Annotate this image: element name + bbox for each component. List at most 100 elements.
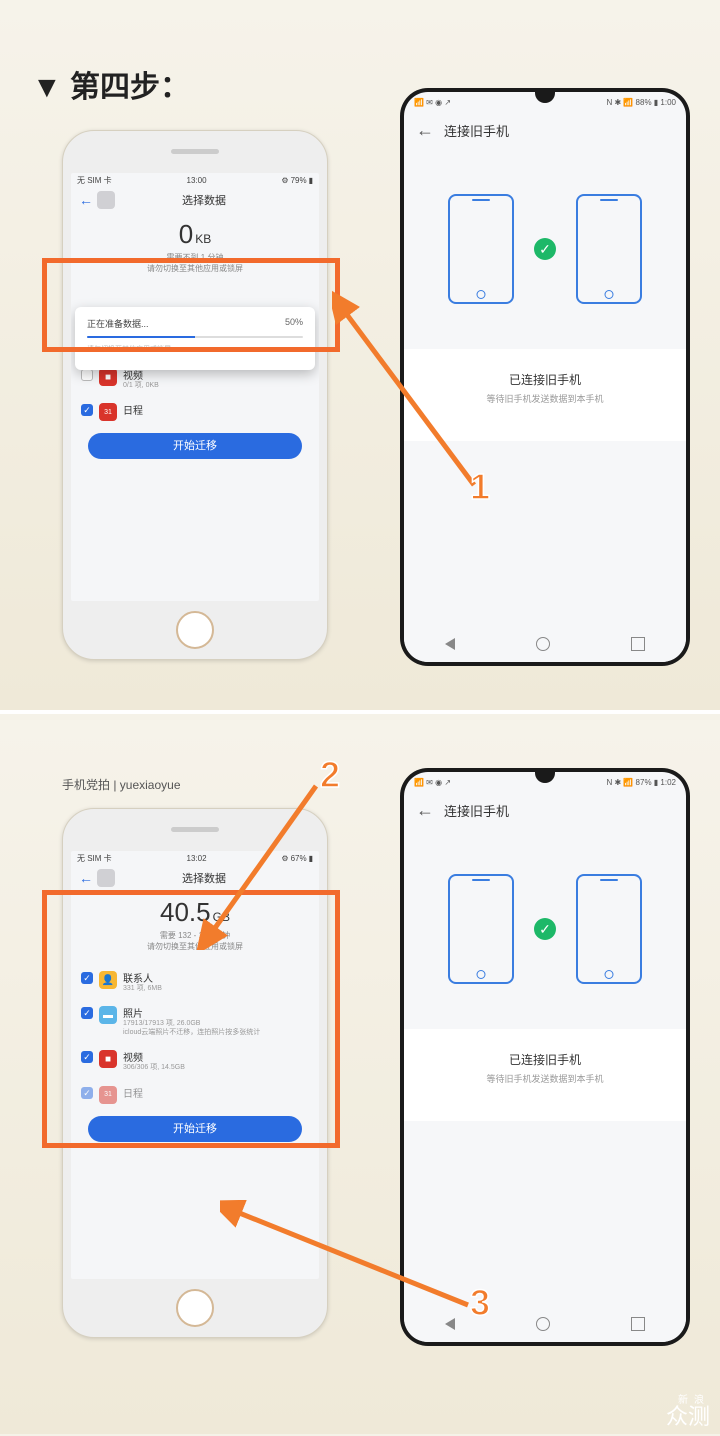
warn-text: 请勿切换至其他应用或锁屏	[71, 941, 319, 952]
msg-title: 已连接旧手机	[404, 1051, 686, 1068]
size-unit: KB	[195, 232, 211, 246]
back-icon[interactable]: ←	[416, 120, 434, 141]
speaker	[171, 827, 219, 832]
msg-title: 已连接旧手机	[404, 371, 686, 388]
status-right-icons: N ✱ 📶 88% ▮ 1:00	[606, 98, 676, 107]
annotation-number: 3	[470, 1282, 490, 1324]
phone-outline-icon	[448, 874, 514, 984]
list-item[interactable]: ✓ 31 日程	[71, 396, 319, 427]
brand-line2: 众测	[666, 1406, 710, 1428]
popup-title: 正在准备数据...	[87, 319, 149, 329]
msg-sub: 等待旧手机发送数据到本手机	[404, 392, 686, 405]
iphone-screen: 无 SIM 卡 13:02 ⚙ 67% ▮ ← 选择数据 40.5GB 需要 1…	[71, 851, 319, 1279]
status-carrier: 无 SIM 卡	[77, 175, 112, 186]
nav-recent-icon[interactable]	[631, 1317, 645, 1331]
annotation-number: 1	[470, 466, 490, 508]
data-list: ✓ 👤 联系人 331 项, 6MB ✓ ▬ 照片 17913/17913 项,…	[71, 964, 319, 1110]
author-watermark: 手机党拍 | yuexiaoyue	[62, 776, 181, 793]
photos-icon: ▬	[99, 1006, 117, 1024]
row-name: 照片	[123, 1005, 309, 1020]
warn-text: 请勿切换至其他应用或锁屏	[71, 263, 319, 274]
calendar-icon: 31	[99, 403, 117, 421]
huawei-device: 📶 ✉ ◉ ↗ N ✱ 📶 88% ▮ 1:00 ← 连接旧手机 ✓ 已连接旧手…	[400, 88, 690, 666]
status-bar: 无 SIM 卡 13:02 ⚙ 67% ▮	[71, 851, 319, 865]
row-info: 331 项, 6MB	[123, 985, 309, 993]
check-icon: ✓	[534, 238, 556, 260]
popup-percent: 50%	[285, 317, 303, 327]
nav-back-icon[interactable]	[445, 1318, 455, 1330]
row-info: 0/1 项, 0KB	[123, 382, 309, 390]
checkbox-icon[interactable]: ✓	[81, 404, 93, 416]
phone-outline-icon	[576, 874, 642, 984]
iphone-device: 无 SIM 卡 13:00 ⚙ 79% ▮ ← 选择数据 0KB 需要不到 1 …	[62, 130, 328, 660]
checkbox-icon[interactable]: ✓	[81, 972, 93, 984]
start-transfer-button[interactable]: 开始迁移	[88, 433, 301, 459]
app-bar: ← 选择数据	[71, 865, 319, 891]
page-title: 选择数据	[97, 870, 311, 886]
phone-outline-icon	[448, 194, 514, 304]
eta-text: 需要 132 - 152 分钟	[71, 930, 319, 941]
panel-bottom: 手机党拍 | yuexiaoyue 无 SIM 卡 13:02 ⚙ 67% ▮ …	[0, 720, 720, 1434]
checkbox-icon[interactable]: ✓	[81, 1051, 93, 1063]
back-icon[interactable]: ←	[79, 192, 93, 208]
nav-recent-icon[interactable]	[631, 637, 645, 651]
page-title: 连接旧手机	[444, 121, 509, 140]
page-title: 连接旧手机	[444, 801, 509, 820]
row-name: 日程	[123, 1085, 309, 1100]
annotation-number: 2	[320, 754, 340, 796]
iphone-device: 无 SIM 卡 13:02 ⚙ 67% ▮ ← 选择数据 40.5GB 需要 1…	[62, 808, 328, 1338]
list-item[interactable]: ✓ 31 日程	[71, 1079, 319, 1110]
status-time: 13:00	[187, 176, 207, 185]
list-item[interactable]: ✓ 👤 联系人 331 项, 6MB	[71, 964, 319, 999]
row-name: 联系人	[123, 970, 309, 985]
home-button[interactable]	[176, 611, 214, 649]
step-title: ▼ 第四步：	[32, 62, 190, 106]
app-bar: ← 连接旧手机	[404, 792, 686, 829]
checkbox-icon[interactable]: ✓	[81, 1007, 93, 1019]
size-value: 40.5	[160, 897, 211, 927]
nav-home-icon[interactable]	[536, 1317, 550, 1331]
status-battery: ⚙ 79% ▮	[281, 176, 313, 185]
row-name: 视频	[123, 1049, 309, 1064]
video-icon: ■	[99, 1050, 117, 1068]
status-right-icons: N ✱ 📶 87% ▮ 1:02	[606, 778, 676, 787]
status-message: 已连接旧手机 等待旧手机发送数据到本手机	[404, 1029, 686, 1121]
nav-home-icon[interactable]	[536, 637, 550, 651]
page-title: 选择数据	[97, 192, 311, 208]
list-item[interactable]: ✓ ▬ 照片 17913/17913 项, 26.0GB icloud云端照片不…	[71, 999, 319, 1043]
contacts-icon: 👤	[99, 971, 117, 989]
back-icon[interactable]: ←	[416, 800, 434, 821]
brand-watermark: 新浪 众测	[666, 1396, 710, 1428]
status-message: 已连接旧手机 等待旧手机发送数据到本手机	[404, 349, 686, 441]
calendar-icon: 31	[99, 1086, 117, 1104]
iphone-screen: 无 SIM 卡 13:00 ⚙ 79% ▮ ← 选择数据 0KB 需要不到 1 …	[71, 173, 319, 601]
app-bar: ← 连接旧手机	[404, 112, 686, 149]
status-left-icons: 📶 ✉ ◉ ↗	[414, 778, 451, 787]
back-icon[interactable]: ←	[79, 870, 93, 886]
connection-diagram: ✓	[404, 149, 686, 349]
eta-text: 需要不到 1 分钟	[71, 252, 319, 263]
huawei-device: 📶 ✉ ◉ ↗ N ✱ 📶 87% ▮ 1:02 ← 连接旧手机 ✓ 已连接旧手…	[400, 768, 690, 1346]
progress-bar	[87, 336, 303, 338]
preparing-popup: 正在准备数据... 50% 请勿切换至其他应用或锁屏	[75, 307, 315, 370]
status-battery: ⚙ 67% ▮	[281, 854, 313, 863]
row-note: icloud云端照片不迁移，连拍照片按多张统计	[123, 1029, 309, 1037]
phone-outline-icon	[576, 194, 642, 304]
video-icon: ■	[99, 368, 117, 386]
nav-bar	[404, 626, 686, 662]
nav-bar	[404, 1306, 686, 1342]
panel-top: ▼ 第四步： 无 SIM 卡 13:00 ⚙ 79% ▮ ← 选择数据 0KB …	[0, 0, 720, 714]
msg-sub: 等待旧手机发送数据到本手机	[404, 1072, 686, 1085]
check-icon: ✓	[534, 918, 556, 940]
speaker	[171, 149, 219, 154]
checkbox-icon[interactable]	[81, 369, 93, 381]
home-button[interactable]	[176, 1289, 214, 1327]
summary-block: 40.5GB 需要 132 - 152 分钟 请勿切换至其他应用或锁屏	[71, 897, 319, 952]
status-left-icons: 📶 ✉ ◉ ↗	[414, 98, 451, 107]
status-carrier: 无 SIM 卡	[77, 853, 112, 864]
checkbox-icon[interactable]: ✓	[81, 1087, 93, 1099]
status-time: 13:02	[187, 854, 207, 863]
nav-back-icon[interactable]	[445, 638, 455, 650]
list-item[interactable]: ✓ ■ 视频 306/306 项, 14.5GB	[71, 1043, 319, 1078]
start-transfer-button[interactable]: 开始迁移	[88, 1116, 301, 1142]
